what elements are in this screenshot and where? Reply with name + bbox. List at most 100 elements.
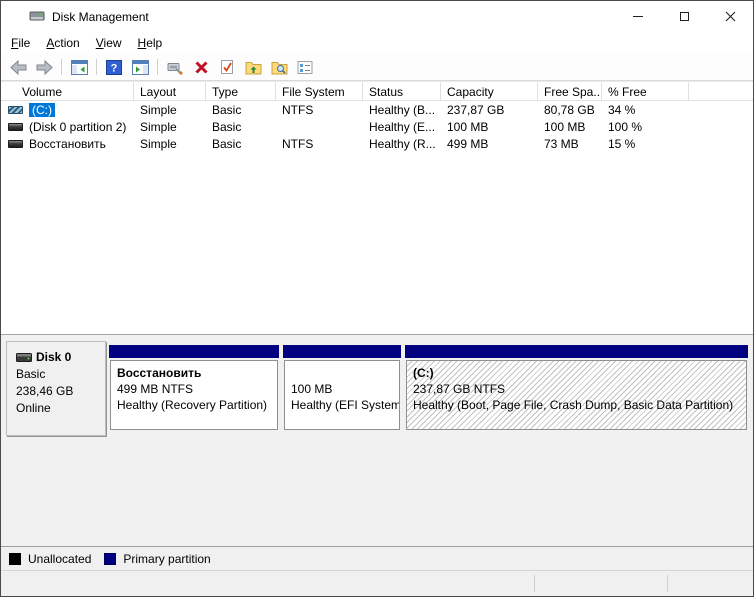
header-free-space[interactable]: Free Spa...	[538, 82, 602, 100]
cell-pct-free: 34 %	[608, 102, 636, 117]
header-status[interactable]: Status	[363, 82, 441, 100]
volume-icon	[8, 139, 23, 148]
volume-table-header: Volume Layout Type File System Status Ca…	[1, 81, 753, 101]
status-bar	[1, 570, 753, 596]
cell-capacity: 499 MB	[447, 136, 489, 151]
partition-label	[291, 365, 399, 381]
action-pane-icon	[131, 59, 149, 75]
toolbar: ?	[1, 54, 753, 81]
cell-pct-free: 15 %	[608, 136, 636, 151]
disk-icon	[16, 353, 32, 362]
cell-type: Basic	[212, 136, 242, 151]
primary-partition-swatch	[104, 552, 117, 565]
header-pct-free[interactable]: % Free	[602, 82, 689, 100]
cell-status: Healthy (E...	[369, 119, 436, 134]
device-properties-button[interactable]	[163, 56, 187, 78]
titlebar: Disk Management	[1, 1, 753, 32]
partition-status: Healthy (EFI System Partition)	[291, 398, 400, 412]
minimize-button[interactable]	[615, 1, 661, 32]
partition-label: (C:)	[413, 366, 434, 380]
forward-icon	[36, 59, 53, 75]
partition-color-bar	[109, 345, 279, 358]
cell-capacity: 237,87 GB	[447, 102, 505, 117]
back-button[interactable]	[6, 56, 30, 78]
minimize-icon	[633, 16, 643, 17]
disk-type: Basic	[16, 367, 46, 381]
cell-status: Healthy (B...	[369, 102, 436, 117]
volume-icon	[8, 105, 23, 114]
cell-type: Basic	[212, 102, 242, 117]
table-row[interactable]: (C:) Simple Basic NTFS Healthy (B... 237…	[1, 101, 753, 118]
back-icon	[9, 59, 26, 75]
disk-management-window: Disk Management File Action View Help ? …	[0, 0, 754, 597]
maximize-button[interactable]	[661, 1, 707, 32]
header-type[interactable]: Type	[206, 82, 276, 100]
cell-file-system: NTFS	[282, 102, 314, 117]
partition-c[interactable]: (C:) 237,87 GB NTFS Healthy (Boot, Page …	[405, 345, 748, 432]
header-file-system[interactable]: File System	[276, 82, 363, 100]
properties-list-button[interactable]	[293, 56, 317, 78]
toolbar-separator	[157, 59, 158, 75]
cell-layout: Simple	[140, 136, 177, 151]
disk-drive-icon	[29, 10, 46, 23]
menu-view[interactable]: View	[88, 33, 130, 53]
cell-layout: Simple	[140, 119, 177, 134]
disk0-panel[interactable]: Disk 0 Basic 238,46 GB Online	[6, 341, 106, 436]
forward-button[interactable]	[32, 56, 56, 78]
cell-status: Healthy (R...	[369, 136, 436, 151]
cell-type: Basic	[212, 119, 242, 134]
cell-file-system: NTFS	[282, 136, 314, 151]
legend-label-unallocated: Unallocated	[28, 551, 92, 566]
header-capacity[interactable]: Capacity	[441, 82, 538, 100]
svg-text:?: ?	[111, 62, 118, 74]
legend-label-primary: Primary partition	[123, 551, 211, 566]
statusbar-separator	[534, 575, 535, 592]
volume-name: Восстановить	[29, 136, 106, 151]
partition-label: Восстановить	[117, 366, 202, 380]
volume-icon	[8, 122, 23, 131]
maximize-icon	[679, 12, 689, 21]
menu-file[interactable]: File	[3, 33, 38, 53]
help-button[interactable]: ?	[102, 56, 126, 78]
statusbar-separator	[667, 575, 668, 592]
show-console-tree-button[interactable]	[67, 56, 91, 78]
partition-status: Healthy (Recovery Partition)	[117, 398, 268, 412]
partition-strip: Восстановить 499 MB NTFS Healthy (Recove…	[109, 345, 748, 436]
partition-status: Healthy (Boot, Page File, Crash Dump, Ba…	[413, 398, 734, 412]
partition-recovery[interactable]: Восстановить 499 MB NTFS Healthy (Recove…	[109, 345, 279, 432]
cell-free-space: 80,78 GB	[544, 102, 595, 117]
window-controls	[615, 1, 753, 32]
table-row[interactable]: Восстановить Simple Basic NTFS Healthy (…	[1, 135, 753, 152]
partition-size: 100 MB	[291, 382, 333, 396]
check-document-button[interactable]	[215, 56, 239, 78]
volume-list-pane: Volume Layout Type File System Status Ca…	[1, 81, 753, 334]
header-empty[interactable]	[689, 82, 753, 100]
folder-search-button[interactable]	[267, 56, 291, 78]
header-volume[interactable]: Volume	[1, 82, 134, 100]
device-properties-icon	[167, 62, 183, 75]
menu-help[interactable]: Help	[130, 33, 171, 53]
properties-list-icon	[297, 60, 313, 74]
close-icon	[725, 11, 735, 22]
partition-efi[interactable]: 100 MB Healthy (EFI System Partition)	[283, 345, 401, 432]
unallocated-swatch	[9, 552, 21, 565]
close-button[interactable]	[707, 1, 753, 32]
partition-color-bar	[283, 345, 401, 358]
partition-color-bar	[405, 345, 748, 358]
cell-layout: Simple	[140, 102, 177, 117]
cell-free-space: 73 MB	[544, 136, 579, 151]
partition-size: 499 MB NTFS	[117, 382, 194, 396]
folder-up-icon	[245, 61, 261, 74]
menu-action[interactable]: Action	[38, 33, 87, 53]
header-layout[interactable]: Layout	[134, 82, 206, 100]
disk-name: Disk 0	[36, 350, 72, 364]
delete-volume-button[interactable]	[189, 56, 213, 78]
console-tree-icon	[70, 59, 88, 75]
partition-size: 237,87 GB NTFS	[413, 382, 506, 396]
cell-pct-free: 100 %	[608, 119, 643, 134]
table-row[interactable]: (Disk 0 partition 2) Simple Basic Health…	[1, 118, 753, 135]
graphical-view-pane: Disk 0 Basic 238,46 GB Online Восстанови…	[1, 334, 753, 546]
disk-size: 238,46 GB	[16, 384, 74, 398]
folder-up-button[interactable]	[241, 56, 265, 78]
show-action-pane-button[interactable]	[128, 56, 152, 78]
